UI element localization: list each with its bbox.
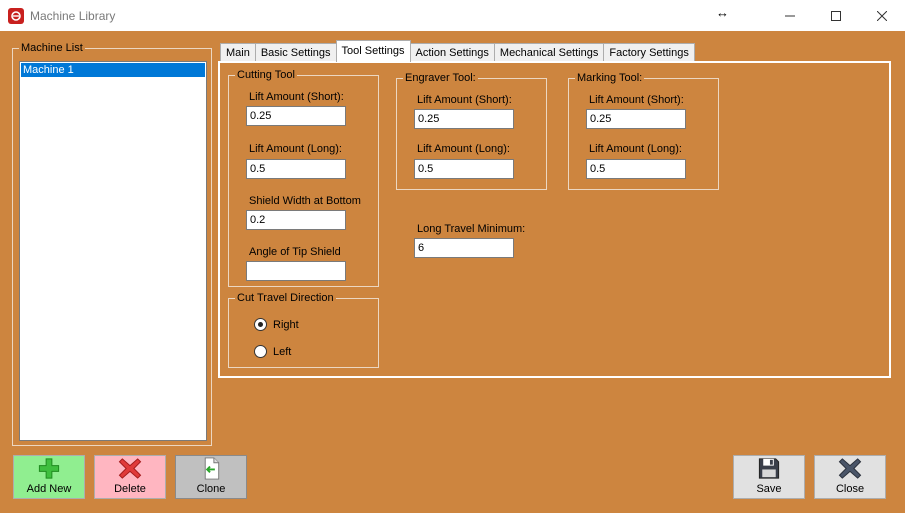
tab-tool-settings[interactable]: Tool Settings [335, 40, 411, 62]
shield-width-label: Shield Width at Bottom [249, 195, 361, 207]
radio-left[interactable]: Left [254, 345, 291, 358]
close-button[interactable]: Close [814, 455, 886, 499]
minimize-button[interactable] [767, 0, 813, 31]
radio-selected-dot [258, 322, 263, 327]
tab-main[interactable]: Main [220, 43, 256, 62]
window-title: Machine Library [30, 9, 116, 23]
add-new-button[interactable]: Add New [13, 455, 85, 499]
close-icon [877, 10, 887, 21]
engraver-lift-short-input[interactable] [414, 109, 514, 129]
title-bar: Machine Library ↔ [0, 0, 905, 31]
engraver-lift-short-label: Lift Amount (Short): [417, 94, 512, 106]
window-close-button[interactable] [859, 0, 905, 31]
plus-icon [38, 458, 60, 479]
marking-lift-short-label: Lift Amount (Short): [589, 94, 684, 106]
maximize-icon [831, 10, 841, 21]
shield-width-input[interactable] [246, 210, 346, 230]
marking-tool-label: Marking Tool: [575, 72, 645, 85]
radio-left-circle[interactable] [254, 345, 267, 358]
cut-travel-direction-label: Cut Travel Direction [235, 292, 336, 305]
cutting-lift-short-label: Lift Amount (Short): [249, 91, 344, 103]
radio-left-label: Left [273, 345, 292, 358]
resize-horizontal-icon: ↔ [716, 5, 729, 20]
cutting-lift-short-input[interactable] [246, 106, 346, 126]
engraver-tool-label: Engraver Tool: [403, 72, 478, 85]
radio-right-label: Right [273, 318, 299, 331]
engraver-lift-long-label: Lift Amount (Long): [417, 143, 510, 155]
maximize-button[interactable] [813, 0, 859, 31]
long-travel-minimum-input[interactable] [414, 238, 514, 258]
cut-travel-direction-group: Cut Travel Direction [228, 292, 379, 368]
floppy-disk-icon [758, 458, 780, 479]
marking-lift-long-input[interactable] [586, 159, 686, 179]
delete-label: Delete [114, 483, 146, 495]
radio-right[interactable]: Right [254, 318, 299, 331]
tab-basic-settings[interactable]: Basic Settings [254, 43, 337, 62]
radio-right-circle[interactable] [254, 318, 267, 331]
machine-list-label: Machine List [19, 42, 85, 55]
cutting-lift-long-label: Lift Amount (Long): [249, 143, 342, 155]
save-button[interactable]: Save [733, 455, 805, 499]
tab-action-settings[interactable]: Action Settings [409, 43, 495, 62]
angle-tip-shield-label: Angle of Tip Shield [249, 246, 341, 258]
save-label: Save [756, 483, 782, 495]
marking-lift-long-label: Lift Amount (Long): [589, 143, 682, 155]
clone-label: Clone [196, 483, 226, 495]
close-label: Close [835, 483, 865, 495]
delete-button[interactable]: Delete [94, 455, 166, 499]
add-new-label: Add New [26, 483, 72, 495]
close-x-icon [838, 458, 862, 479]
app-logo-icon [8, 8, 24, 24]
tab-factory-settings[interactable]: Factory Settings [603, 43, 695, 62]
settings-tabs: Main Basic Settings Tool Settings Action… [220, 40, 695, 62]
list-item-machine-1[interactable]: Machine 1 [21, 63, 205, 77]
angle-tip-shield-input[interactable] [246, 261, 346, 281]
long-travel-minimum-label: Long Travel Minimum: [417, 223, 526, 235]
marking-lift-short-input[interactable] [586, 109, 686, 129]
delete-x-icon [118, 458, 142, 479]
minimize-icon [785, 15, 795, 16]
machine-listbox[interactable]: Machine 1 [19, 61, 207, 441]
clone-button[interactable]: Clone [175, 455, 247, 499]
machine-list-group: Machine List Machine 1 [12, 42, 212, 446]
cutting-lift-long-input[interactable] [246, 159, 346, 179]
tab-mechanical-settings[interactable]: Mechanical Settings [493, 43, 605, 62]
clone-document-icon [204, 457, 220, 480]
cutting-tool-label: Cutting Tool [235, 69, 297, 82]
engraver-lift-long-input[interactable] [414, 159, 514, 179]
